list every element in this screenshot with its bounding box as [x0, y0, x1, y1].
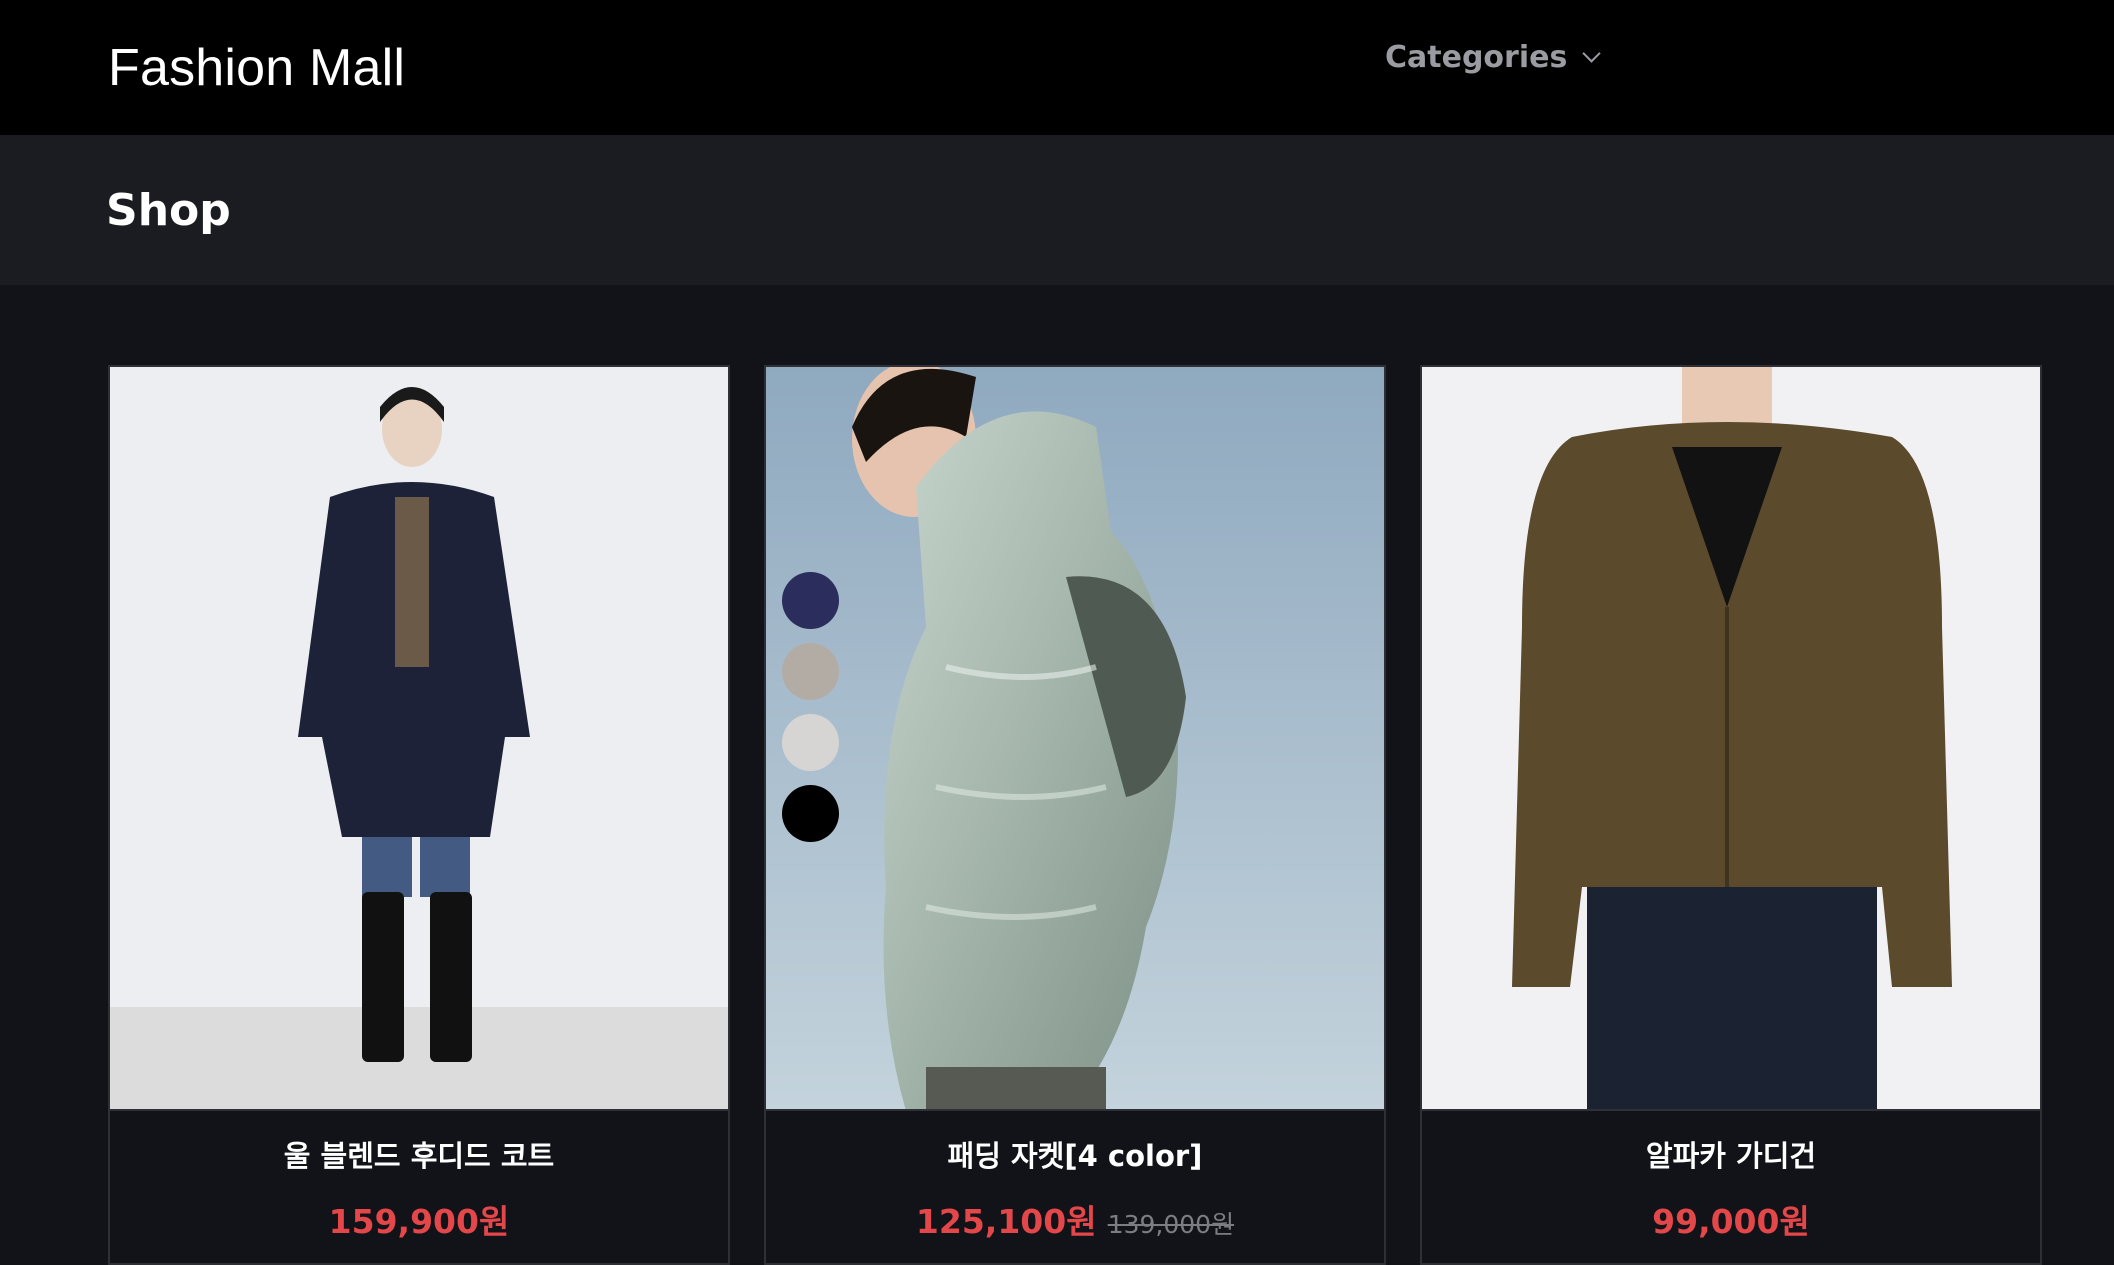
swatch-black[interactable]: [782, 785, 839, 842]
product-name[interactable]: 울 블렌드 후디드 코트: [110, 1133, 728, 1175]
product-price-row: 125,100원 139,000원: [766, 1195, 1384, 1243]
color-swatches: [782, 572, 839, 842]
product-price-row: 159,900원: [110, 1195, 728, 1243]
page-title: Shop: [106, 185, 231, 236]
categories-dropdown[interactable]: Categories: [1385, 40, 1602, 75]
product-price: 99,000원: [1652, 1202, 1810, 1241]
product-name[interactable]: 알파카 가디건: [1422, 1133, 2040, 1175]
product-name[interactable]: 패딩 자켓[4 color]: [766, 1133, 1384, 1175]
brand-logo-text[interactable]: Fashion Mall: [108, 38, 405, 98]
hooded-coat-photo[interactable]: [110, 367, 728, 1111]
product-price-row: 99,000원: [1422, 1195, 2040, 1243]
product-card[interactable]: 울 블렌드 후디드 코트 159,900원: [108, 365, 730, 1265]
swatch-navy[interactable]: [782, 572, 839, 629]
alpaca-cardigan-photo[interactable]: [1422, 367, 2040, 1111]
swatch-light-gray[interactable]: [782, 714, 839, 771]
product-card[interactable]: 알파카 가디건 99,000원: [1420, 365, 2042, 1265]
product-price: 125,100원: [915, 1202, 1097, 1241]
page-header: Shop: [0, 135, 2114, 285]
categories-label: Categories: [1385, 40, 1568, 75]
swatch-taupe[interactable]: [782, 643, 839, 700]
product-card[interactable]: 패딩 자켓[4 color] 125,100원 139,000원: [764, 365, 1386, 1265]
top-navbar: Fashion Mall Categories: [0, 0, 2114, 135]
product-price: 159,900원: [328, 1202, 510, 1241]
chevron-down-icon: [1582, 44, 1602, 63]
product-original-price: 139,000원: [1107, 1210, 1235, 1239]
product-grid: 울 블렌드 후디드 코트 159,900원 패딩 자켓[4 color] 125…: [108, 365, 2042, 1265]
padded-jacket-photo[interactable]: [766, 367, 1384, 1111]
